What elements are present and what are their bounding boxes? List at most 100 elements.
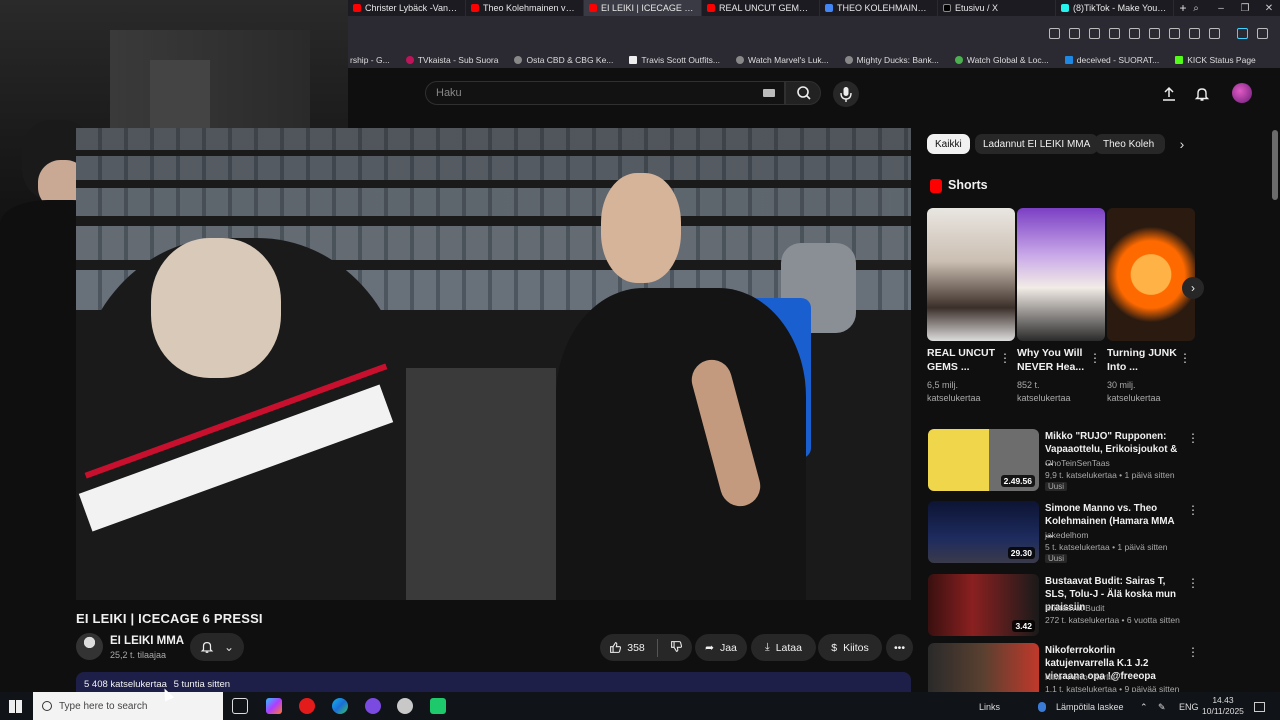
- browser-tab[interactable]: Christer Lybäck -Vankilast: [348, 0, 466, 16]
- more-vertical-icon[interactable]: ⋮: [1179, 351, 1191, 365]
- bookmark-icon: [954, 56, 963, 64]
- vpn-icon[interactable]: [1237, 28, 1248, 39]
- channel-avatar[interactable]: [76, 633, 103, 660]
- description-box[interactable]: 5 408 katselukertaa 5 tuntia sitten: [76, 672, 911, 692]
- recommended-video[interactable]: 2.49.56 Mikko "RUJO" Rupponen: Vapaaotte…: [928, 429, 1199, 495]
- weather-text[interactable]: Lämpötila laskee: [1056, 702, 1124, 712]
- links-toolbar[interactable]: Links: [979, 702, 1000, 712]
- edit-icon[interactable]: [1049, 28, 1060, 39]
- menu-icon[interactable]: [1189, 28, 1200, 39]
- chevron-up-icon[interactable]: ⌃: [1140, 702, 1148, 713]
- browser-tab[interactable]: Theo Kolehmainen vs Ton: [466, 0, 584, 16]
- short-thumbnail[interactable]: [1017, 208, 1105, 341]
- network-icon[interactable]: ✎: [1158, 702, 1166, 713]
- video-thumbnail[interactable]: [928, 643, 1039, 692]
- search-tabs-icon[interactable]: ⌕: [1185, 0, 1207, 16]
- notifications-button[interactable]: [1192, 84, 1212, 104]
- short-thumbnail[interactable]: [1107, 208, 1195, 341]
- view-count: 5 408 katselukertaa: [84, 679, 167, 690]
- chip-uploaded-by[interactable]: Ladannut EI LEIKI MMA: [975, 134, 1099, 154]
- short-title[interactable]: Why You Will NEVER Hea...: [1017, 346, 1091, 374]
- close-icon[interactable]: ✕: [1258, 0, 1280, 16]
- minimize-icon[interactable]: –: [1210, 0, 1232, 16]
- page-scrollbar[interactable]: [1272, 130, 1278, 200]
- app-icon[interactable]: [430, 698, 446, 714]
- bookmark[interactable]: deceived - SUORAT...: [1064, 55, 1159, 65]
- bookmark[interactable]: Travis Scott Outfits...: [629, 55, 720, 65]
- more-vertical-icon[interactable]: ⋮: [1187, 645, 1198, 659]
- language-indicator[interactable]: ENG: [1179, 702, 1199, 712]
- browser-tab[interactable]: REAL UNCUT GEMS BUS: [702, 0, 820, 16]
- chip-theo[interactable]: Theo Koleh: [1095, 134, 1165, 154]
- maximize-icon[interactable]: ❐: [1234, 0, 1256, 16]
- share-button[interactable]: ➦ Jaa: [695, 634, 747, 661]
- thanks-button[interactable]: $ Kiitos: [818, 634, 882, 661]
- app-icon[interactable]: [397, 698, 413, 714]
- browser-tab[interactable]: Etusivu / X: [938, 0, 1056, 16]
- short-title[interactable]: Turning JUNK Into ...: [1107, 346, 1181, 374]
- settings-icon[interactable]: [1257, 28, 1268, 39]
- browser-tab-active[interactable]: EI LEIKI | ICECAGE 6 P: [584, 0, 702, 16]
- shorts-next-button[interactable]: ›: [1182, 277, 1204, 299]
- subscribed-bell-button[interactable]: ⌄: [190, 633, 244, 661]
- more-vertical-icon[interactable]: ⋮: [1187, 431, 1199, 445]
- recommended-video[interactable]: Nikoferrokorlin katujenvarrella K.1 J.2 …: [928, 643, 1198, 692]
- heart-icon[interactable]: [1149, 28, 1160, 39]
- like-button[interactable]: 358: [609, 641, 645, 654]
- bookmark[interactable]: KICK Status Page: [1175, 55, 1256, 65]
- channel-name[interactable]: Niko "Ferro" Korlin: [1045, 672, 1115, 682]
- bookmark[interactable]: Osta CBD & CBG Ke...: [514, 55, 613, 65]
- account-avatar[interactable]: [1232, 83, 1252, 103]
- lock-icon[interactable]: [1209, 28, 1220, 39]
- edge-icon[interactable]: [332, 698, 348, 714]
- copilot-icon[interactable]: [266, 698, 282, 714]
- download-icon[interactable]: [1169, 28, 1180, 39]
- play-icon[interactable]: [1129, 28, 1140, 39]
- video-thumbnail[interactable]: 2.49.56: [928, 429, 1039, 491]
- more-vertical-icon[interactable]: ⋮: [999, 351, 1011, 365]
- camera-icon[interactable]: [1069, 28, 1080, 39]
- system-clock[interactable]: 14.43 10/11/2025: [1202, 695, 1244, 717]
- opera-icon[interactable]: [299, 698, 315, 714]
- task-view-icon[interactable]: [232, 698, 248, 714]
- video-player[interactable]: [76, 128, 911, 600]
- more-vertical-icon[interactable]: ⋮: [1089, 351, 1101, 365]
- search-icon: [797, 86, 811, 100]
- chevron-right-icon[interactable]: ›: [1172, 134, 1192, 154]
- dislike-button[interactable]: [670, 640, 683, 656]
- notifications-icon[interactable]: [1254, 702, 1265, 712]
- keyboard-icon[interactable]: [763, 89, 775, 97]
- taskbar-search-input[interactable]: Type here to search: [33, 692, 223, 720]
- upload-button[interactable]: [1159, 84, 1179, 104]
- voice-search-button[interactable]: [833, 81, 859, 107]
- channel-name[interactable]: EI LEIKI MMA: [110, 635, 184, 647]
- video-thumbnail[interactable]: 29.30: [928, 501, 1039, 563]
- recommended-video[interactable]: 3.42 Bustaavat Budit: Sairas T, SLS, Tol…: [928, 574, 1199, 640]
- channel-name[interactable]: Bustaavat Budit: [1045, 603, 1105, 613]
- shield-icon[interactable]: [1089, 28, 1100, 39]
- recommended-video[interactable]: 29.30 Simone Manno vs. Theo Kolehmainen …: [928, 501, 1199, 567]
- channel-name[interactable]: jakedelhom: [1045, 530, 1088, 540]
- more-vertical-icon[interactable]: ⋮: [1187, 576, 1199, 590]
- windows-start-icon[interactable]: [9, 700, 22, 713]
- short-thumbnail[interactable]: [927, 208, 1015, 341]
- channel-name[interactable]: OhoTeinSenTaas: [1045, 458, 1110, 468]
- download-button[interactable]: ⤓ Lataa: [751, 634, 816, 661]
- more-actions-button[interactable]: •••: [886, 634, 913, 661]
- short-title[interactable]: REAL UNCUT GEMS ...: [927, 346, 1001, 374]
- discord-icon[interactable]: [365, 698, 381, 714]
- browser-tab[interactable]: (8)TikTok - Make Your Da: [1056, 0, 1174, 16]
- bookmark[interactable]: Mighty Ducks: Bank...: [844, 55, 939, 65]
- bookmark[interactable]: rship - G...: [350, 55, 390, 65]
- search-input[interactable]: Haku: [425, 81, 785, 105]
- video-thumbnail[interactable]: 3.42: [928, 574, 1039, 636]
- chip-all[interactable]: Kaikki: [927, 134, 970, 154]
- bookmark[interactable]: TVkaista - Sub Suora: [405, 55, 498, 65]
- bookmark[interactable]: Watch Global & Loc...: [954, 55, 1049, 65]
- search-button[interactable]: [785, 81, 821, 105]
- more-vertical-icon[interactable]: ⋮: [1187, 503, 1199, 517]
- browser-tab[interactable]: THEO KOLEHMAINEN - T: [820, 0, 938, 16]
- extension-icon[interactable]: [1109, 28, 1120, 39]
- youtube-favicon-icon: [589, 4, 597, 12]
- bookmark[interactable]: Watch Marvel's Luk...: [735, 55, 829, 65]
